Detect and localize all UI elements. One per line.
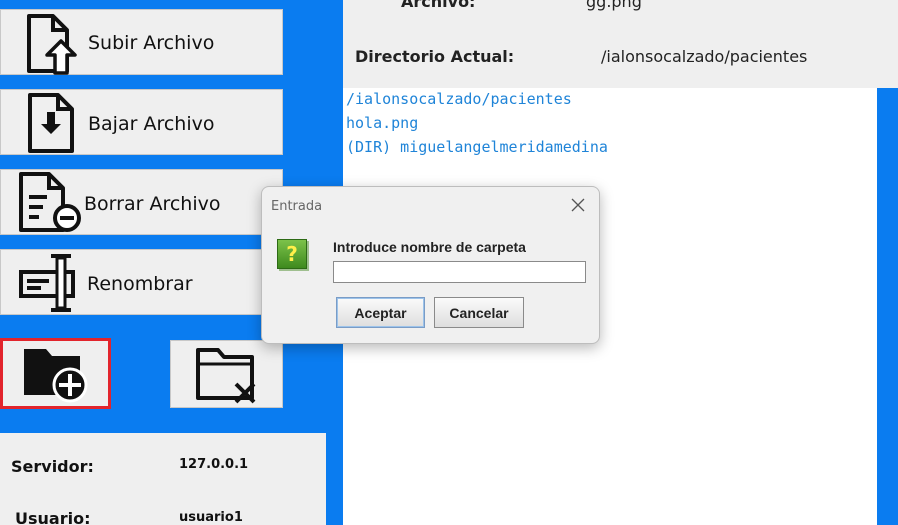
file-label: Archivo: [401,0,476,11]
listing-line[interactable]: hola.png [346,114,418,132]
listing-line[interactable]: (DIR) miguelangelmeridamedina [346,138,608,156]
current-directory-label: Directorio Actual: [355,47,515,66]
delete-folder-button[interactable] [170,340,283,408]
file-info-panel: Archivo: gg.png Directorio Actual: /ialo… [343,0,898,88]
dialog-prompt: Introduce nombre de carpeta [333,239,526,255]
file-delete-icon [19,172,81,232]
rename-icon [19,254,75,312]
folder-name-input[interactable] [333,261,586,283]
download-file-button[interactable]: Bajar Archivo [0,89,283,155]
new-folder-button[interactable] [0,338,111,409]
user-label: Usuario: [15,509,91,525]
file-download-icon [28,93,74,153]
accept-button[interactable]: Aceptar [336,297,425,328]
folder-add-icon [23,348,87,402]
input-dialog: Entrada ? Introduce nombre de carpeta Ac… [261,186,600,344]
delete-file-label: Borrar Archivo [84,193,221,215]
question-icon: ? [277,239,307,269]
rename-button[interactable]: Renombrar [0,249,283,315]
close-icon[interactable] [569,196,587,214]
upload-file-button[interactable]: Subir Archivo [0,9,283,75]
listing-line[interactable]: /ialonsocalzado/pacientes [346,90,572,108]
connection-info-panel: Servidor: 127.0.0.1 Usuario: usuario1 [0,433,326,525]
upload-file-label: Subir Archivo [88,32,215,54]
cancel-button[interactable]: Cancelar [434,297,524,328]
server-label: Servidor: [11,457,94,476]
download-file-label: Bajar Archivo [88,113,215,135]
current-directory-value: /ialonsocalzado/pacientes [601,47,808,66]
user-value: usuario1 [179,510,243,525]
server-value: 127.0.0.1 [179,457,249,472]
folder-delete-icon [195,348,255,404]
dialog-title: Entrada [271,199,323,214]
rename-label: Renombrar [87,273,193,295]
file-upload-icon [27,14,77,75]
file-value: gg.png [586,0,642,11]
delete-file-button[interactable]: Borrar Archivo [0,169,283,235]
